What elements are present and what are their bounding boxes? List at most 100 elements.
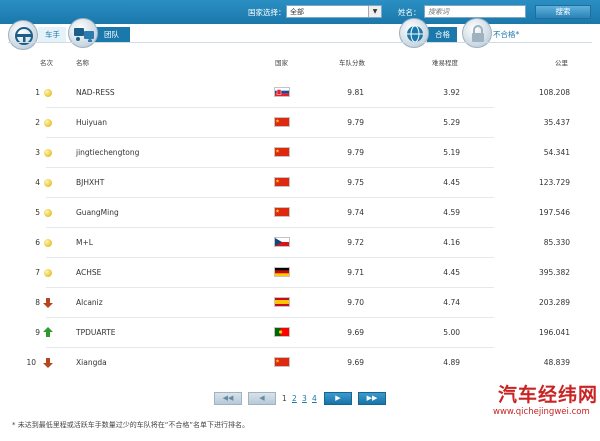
row-km: 197.546 bbox=[538, 208, 570, 217]
col-header-country: 国家 bbox=[275, 59, 288, 67]
tab-driver[interactable]: 车手 bbox=[38, 27, 66, 42]
row-rank: 7 bbox=[35, 268, 40, 277]
row-rank: 1 bbox=[35, 88, 40, 97]
china-flag-icon bbox=[274, 177, 290, 187]
watermark-logo: 汽车经纬网 bbox=[498, 384, 599, 406]
row-difficulty: 3.92 bbox=[443, 88, 460, 97]
country-select[interactable]: 全部 ▼ bbox=[286, 5, 382, 18]
tab-fail[interactable]: 不合格* bbox=[487, 27, 537, 42]
row-team-name[interactable]: ACHSE bbox=[76, 268, 101, 277]
lock-icon bbox=[472, 25, 484, 42]
row-rank: 10 bbox=[26, 358, 36, 367]
row-km: 395.382 bbox=[538, 268, 570, 277]
tab-pass[interactable]: 合格 bbox=[427, 27, 457, 42]
row-team-name[interactable]: jingtiechengtong bbox=[76, 148, 139, 157]
page-number-current[interactable]: 1 bbox=[282, 394, 287, 403]
row-score: 9.72 bbox=[347, 238, 364, 247]
pass-tab-icon[interactable] bbox=[399, 18, 429, 48]
row-team-name[interactable]: M+L bbox=[76, 238, 93, 247]
table-row[interactable]: 8 Alcaniz 9.70 4.74 203.289 bbox=[30, 288, 582, 318]
name-search-input[interactable] bbox=[424, 5, 526, 18]
row-team-name[interactable]: NAD-RESS bbox=[76, 88, 115, 97]
row-km: 108.208 bbox=[538, 88, 570, 97]
table-row[interactable]: 4 BJHXHT 9.75 4.45 123.729 bbox=[30, 168, 582, 198]
globe-icon bbox=[407, 25, 423, 43]
row-km: 35.437 bbox=[543, 118, 570, 127]
row-team-name[interactable]: BJHXHT bbox=[76, 178, 104, 187]
page-number-link[interactable]: 2 bbox=[292, 394, 297, 403]
rank-up-icon bbox=[43, 327, 53, 337]
spain-flag-icon bbox=[274, 297, 290, 307]
col-header-difficulty: 难易程度 bbox=[432, 59, 458, 67]
row-km: 54.341 bbox=[543, 148, 570, 157]
name-input-label: 姓名： bbox=[398, 8, 421, 17]
row-score: 9.75 bbox=[347, 178, 364, 187]
row-difficulty: 5.29 bbox=[443, 118, 460, 127]
row-score: 9.70 bbox=[347, 298, 364, 307]
table-row[interactable]: 9 TPDUARTE 9.69 5.00 196.041 bbox=[30, 318, 582, 348]
row-rank: 5 bbox=[35, 208, 40, 217]
first-page-button[interactable]: ◀◀ bbox=[214, 392, 242, 405]
row-km: 48.839 bbox=[543, 358, 570, 367]
team-icon bbox=[74, 28, 94, 43]
table-row[interactable]: 5 GuangMing 9.74 4.59 197.546 bbox=[30, 198, 582, 228]
footnote: * 未达到最低里程或活跃车手数量过少的车队将在“不合格”名单下进行排名。 bbox=[12, 421, 249, 429]
row-rank: 9 bbox=[35, 328, 40, 337]
country-select-label: 国家选择： bbox=[248, 8, 286, 17]
czech-flag-icon bbox=[274, 237, 290, 247]
col-header-km: 公里 bbox=[555, 59, 568, 67]
row-score: 9.69 bbox=[347, 358, 364, 367]
row-score: 9.69 bbox=[347, 328, 364, 337]
no-change-icon bbox=[44, 119, 52, 127]
table-row[interactable]: 7 ACHSE 9.71 4.45 395.382 bbox=[30, 258, 582, 288]
chevron-down-icon[interactable]: ▼ bbox=[368, 6, 381, 17]
tab-team[interactable]: 团队 bbox=[94, 27, 130, 42]
table-row[interactable]: 2 Huiyuan 9.79 5.29 35.437 bbox=[30, 108, 582, 138]
table-row[interactable]: 10 Xiangda 9.69 4.89 48.839 bbox=[26, 348, 582, 378]
row-difficulty: 5.00 bbox=[443, 328, 460, 337]
row-team-name[interactable]: Alcaniz bbox=[76, 298, 103, 307]
driver-tab-icon[interactable] bbox=[8, 20, 38, 50]
page-number-link[interactable]: 4 bbox=[312, 394, 317, 403]
row-difficulty: 4.45 bbox=[443, 178, 460, 187]
row-score: 9.79 bbox=[347, 118, 364, 127]
fail-tab-icon[interactable] bbox=[462, 18, 492, 48]
china-flag-icon bbox=[274, 207, 290, 217]
page-number-link[interactable]: 3 bbox=[302, 394, 307, 403]
row-score: 9.74 bbox=[347, 208, 364, 217]
table-row[interactable]: 6 M+L 9.72 4.16 85.330 bbox=[30, 228, 582, 258]
last-page-button[interactable]: ▶▶ bbox=[358, 392, 386, 405]
row-difficulty: 4.59 bbox=[443, 208, 460, 217]
row-team-name[interactable]: Xiangda bbox=[76, 358, 107, 367]
row-difficulty: 4.74 bbox=[443, 298, 460, 307]
no-change-icon bbox=[44, 89, 52, 97]
row-score: 9.79 bbox=[347, 148, 364, 157]
row-km: 203.289 bbox=[538, 298, 570, 307]
country-select-value: 全部 bbox=[290, 8, 304, 16]
row-team-name[interactable]: Huiyuan bbox=[76, 118, 107, 127]
row-difficulty: 4.89 bbox=[443, 358, 460, 367]
no-change-icon bbox=[44, 269, 52, 277]
col-header-rank: 名次 bbox=[40, 59, 53, 67]
team-tab-icon[interactable] bbox=[68, 18, 98, 48]
row-team-name[interactable]: GuangMing bbox=[76, 208, 119, 217]
germany-flag-icon bbox=[274, 267, 290, 277]
no-change-icon bbox=[44, 209, 52, 217]
row-score: 9.71 bbox=[347, 268, 364, 277]
table-row[interactable]: 3 jingtiechengtong 9.79 5.19 54.341 bbox=[30, 138, 582, 168]
table-row[interactable]: 1 NAD-RESS 9.81 3.92 108.208 bbox=[30, 78, 582, 108]
next-page-button[interactable]: ▶ bbox=[324, 392, 352, 405]
row-team-name[interactable]: TPDUARTE bbox=[76, 328, 116, 337]
row-rank: 6 bbox=[35, 238, 40, 247]
tabs-divider bbox=[8, 42, 592, 43]
rank-down-icon bbox=[43, 358, 53, 368]
china-flag-icon bbox=[274, 147, 290, 157]
row-difficulty: 4.16 bbox=[443, 238, 460, 247]
no-change-icon bbox=[44, 149, 52, 157]
steering-wheel-icon bbox=[15, 27, 33, 45]
prev-page-button[interactable]: ◀ bbox=[248, 392, 276, 405]
col-header-name: 名称 bbox=[76, 59, 89, 67]
search-button[interactable]: 搜索 bbox=[535, 5, 591, 19]
row-difficulty: 4.45 bbox=[443, 268, 460, 277]
row-rank: 3 bbox=[35, 148, 40, 157]
